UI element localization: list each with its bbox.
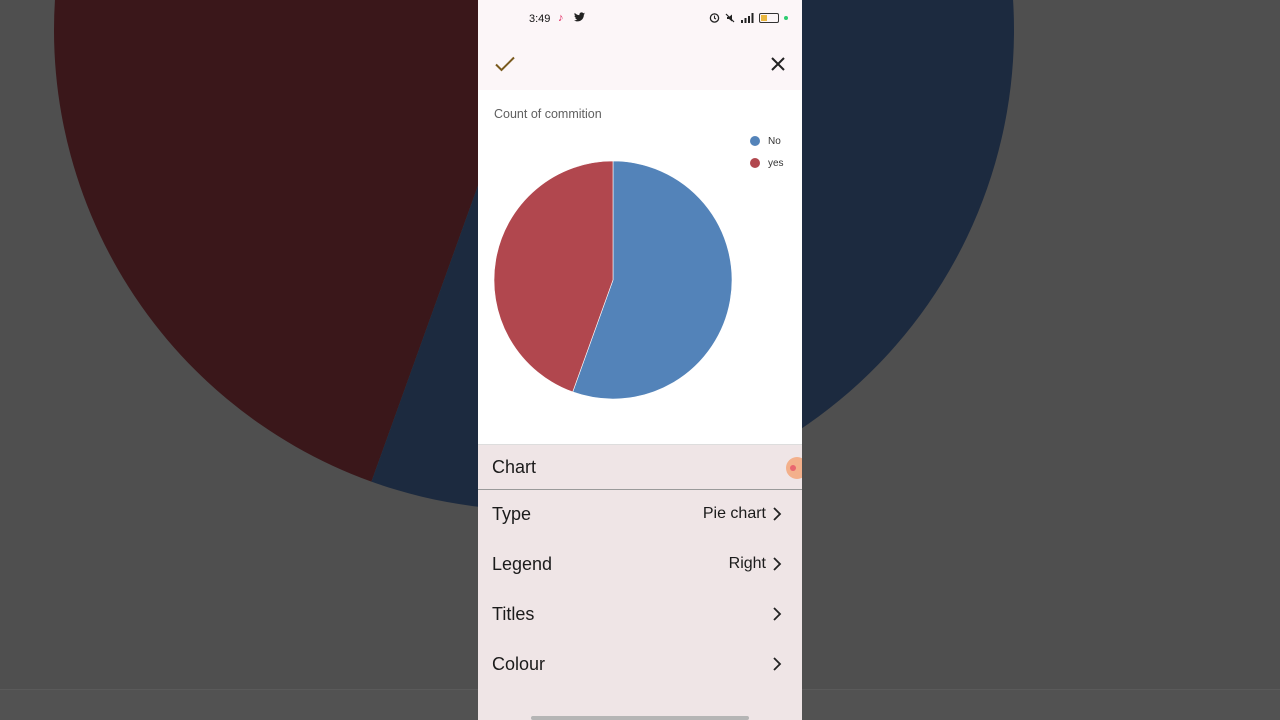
twitter-icon xyxy=(574,12,585,25)
confirm-button[interactable] xyxy=(492,50,520,78)
top-app-bar xyxy=(478,40,802,90)
close-icon xyxy=(771,57,785,71)
setting-label-type: Type xyxy=(492,504,532,524)
setting-label-colour: Colour xyxy=(492,654,546,674)
chevron-right-icon xyxy=(773,557,782,571)
setting-row-type[interactable]: Type Pie chart xyxy=(478,491,802,539)
legend-swatch-yes xyxy=(750,158,760,168)
chart-preview[interactable]: Count of commition No yes xyxy=(478,90,802,444)
chart-title: Count of commition xyxy=(494,107,602,121)
status-time: 3:49 xyxy=(529,13,551,25)
setting-value-type: Pie chart xyxy=(702,505,766,522)
chart-settings-panel: Chart Type Pie chart Legend Right Titles… xyxy=(478,444,802,720)
signal-icon xyxy=(741,12,754,23)
alarm-icon xyxy=(709,13,720,23)
chart-legend: No yes xyxy=(750,130,784,174)
setting-row-titles[interactable]: Titles xyxy=(478,591,802,639)
legend-item-yes: yes xyxy=(750,152,784,174)
chevron-right-icon xyxy=(773,607,782,621)
status-bar: 3:49 ♪ xyxy=(478,0,802,40)
legend-label-yes: yes xyxy=(768,157,784,169)
setting-label-titles: Titles xyxy=(492,604,535,624)
status-right-icons xyxy=(709,12,788,23)
phone-screen: 3:49 ♪ Count of commition No yes Chart T… xyxy=(478,0,802,720)
tiktok-icon: ♪ xyxy=(558,12,564,24)
close-button[interactable] xyxy=(764,50,792,78)
legend-item-no: No xyxy=(750,130,784,152)
setting-row-legend[interactable]: Legend Right xyxy=(478,541,802,589)
setting-value-legend: Right xyxy=(728,555,766,572)
mute-icon xyxy=(725,13,735,22)
battery-icon xyxy=(759,12,779,23)
chevron-right-icon xyxy=(773,507,782,521)
panel-header-label: Chart xyxy=(492,457,537,477)
touch-indicator xyxy=(786,457,802,479)
setting-label-legend: Legend xyxy=(492,554,553,574)
panel-header[interactable]: Chart xyxy=(478,445,802,490)
home-indicator[interactable] xyxy=(531,716,749,720)
chevron-right-icon xyxy=(773,657,782,671)
setting-row-colour[interactable]: Colour xyxy=(478,641,802,689)
charging-indicator xyxy=(784,15,788,20)
legend-label-no: No xyxy=(768,135,781,147)
legend-swatch-no xyxy=(750,136,760,146)
check-icon xyxy=(495,56,515,72)
